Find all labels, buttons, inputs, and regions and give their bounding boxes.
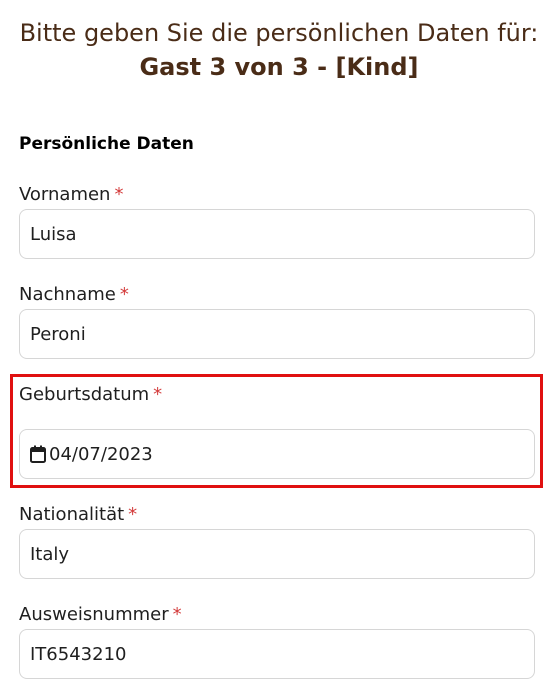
ausweisnummer-value: IT6543210 <box>30 643 127 665</box>
required-marker: * <box>153 384 163 405</box>
page-heading: Bitte geben Sie die persönlichen Daten f… <box>0 17 558 83</box>
calendar-icon[interactable] <box>30 445 46 463</box>
nachname-value: Peroni <box>30 323 86 345</box>
field-nationalitaet: Nationalität * Italy <box>19 504 535 579</box>
nachname-input[interactable]: Peroni <box>19 309 535 359</box>
nationalitaet-label: Nationalität * <box>19 504 138 525</box>
vornamen-label: Vornamen * <box>19 184 124 205</box>
geburtsdatum-label: Geburtsdatum * <box>19 384 163 405</box>
required-marker: * <box>128 504 138 525</box>
ausweisnummer-label: Ausweisnummer * <box>19 604 182 625</box>
required-marker: * <box>172 604 182 625</box>
geburtsdatum-value: 04/07/2023 <box>49 443 153 465</box>
required-marker: * <box>119 284 129 305</box>
ausweisnummer-input[interactable]: IT6543210 <box>19 629 535 679</box>
required-marker: * <box>114 184 124 205</box>
heading-line-1: Bitte geben Sie die persönlichen Daten f… <box>19 19 539 47</box>
vornamen-input[interactable]: Luisa <box>19 209 535 259</box>
vornamen-value: Luisa <box>30 223 77 245</box>
heading-guest-label: Gast 3 von 3 - [Kind] <box>139 53 419 81</box>
field-ausweisnummer: Ausweisnummer * IT6543210 <box>19 604 535 679</box>
nachname-label: Nachname * <box>19 284 129 305</box>
section-title: Persönliche Daten <box>19 134 194 154</box>
geburtsdatum-input[interactable]: 04/07/2023 <box>19 429 535 479</box>
field-nachname: Nachname * Peroni <box>19 284 535 359</box>
field-vornamen: Vornamen * Luisa <box>19 184 535 259</box>
field-geburtsdatum: Geburtsdatum * 04/07/2023 <box>19 384 535 479</box>
nationalitaet-input[interactable]: Italy <box>19 529 535 579</box>
nationalitaet-value: Italy <box>30 543 70 565</box>
